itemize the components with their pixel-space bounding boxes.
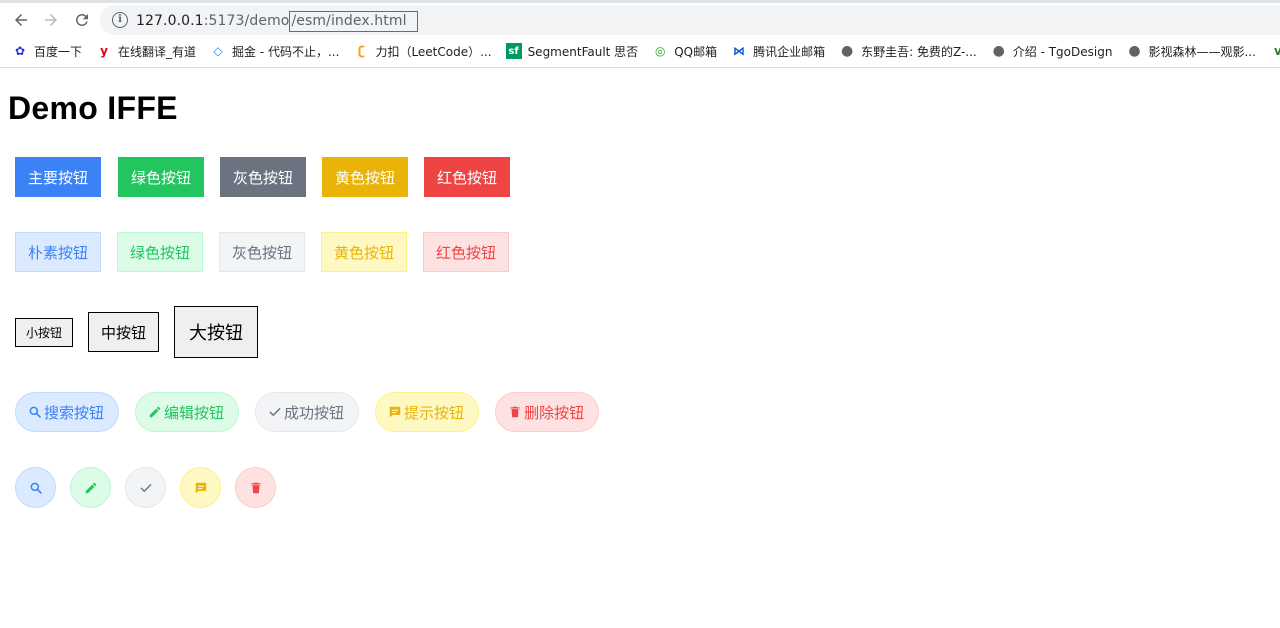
bookmarks-bar: ✿ 百度一下 y 在线翻译_有道 ◇ 掘金 - 代码不止，... ʗ 力扣（LeetCode）… xyxy=(0,38,1280,64)
message-icon xyxy=(194,481,208,495)
message-icon xyxy=(388,405,402,419)
button-label: 成功按钮 xyxy=(284,403,345,422)
search-round-button[interactable]: 搜索按钮 xyxy=(15,392,120,432)
solid-button[interactable]: 主要按钮 xyxy=(15,157,101,197)
leetcode-icon: ʗ xyxy=(358,44,365,58)
plain-button[interactable]: 黄色按钮 xyxy=(321,232,407,272)
solid-button[interactable]: 红色按钮 xyxy=(424,157,510,197)
check-icon xyxy=(139,481,153,495)
globe-icon: ● xyxy=(841,43,854,59)
arrow-left-icon xyxy=(15,14,27,26)
bookmark-item[interactable]: ʗ 力扣（LeetCode）... xyxy=(353,43,492,60)
back-button[interactable] xyxy=(9,8,33,32)
small-button[interactable]: 小按钮 xyxy=(15,317,73,347)
juejin-icon: ◇ xyxy=(213,44,223,58)
solid-button-row: 主要按钮 绿色按钮 灰色按钮 黄色按钮 红色按钮 xyxy=(15,157,526,197)
arrow-right-icon xyxy=(45,14,57,26)
plain-button[interactable]: 红色按钮 xyxy=(423,232,509,272)
globe-icon: ● xyxy=(992,43,1005,59)
youdao-icon: y xyxy=(100,44,108,58)
segmentfault-icon: sf xyxy=(505,43,522,59)
bookmark-item[interactable]: y 在线翻译_有道 xyxy=(96,43,196,60)
bookmark-label: 介绍 - TgoDesign xyxy=(1012,44,1113,59)
trash-icon xyxy=(508,405,522,419)
baidu-paw-icon: ✿ xyxy=(14,44,26,58)
message-circle-button[interactable] xyxy=(180,467,221,508)
plain-button[interactable]: 朴素按钮 xyxy=(15,232,101,272)
plain-button-row: 朴素按钮 绿色按钮 灰色按钮 黄色按钮 红色按钮 xyxy=(15,232,525,272)
reload-icon xyxy=(75,13,88,26)
forward-button[interactable] xyxy=(39,8,63,32)
bookmark-label: 百度一下 xyxy=(34,44,83,59)
button-label: 编辑按钮 xyxy=(164,403,225,422)
medium-button[interactable]: 中按钮 xyxy=(88,312,159,352)
button-label: 搜索按钮 xyxy=(44,403,105,422)
url-port-path: :5173/demo xyxy=(203,13,290,29)
browser-chrome: i 127.0.0.1:5173/demo/esm/index.html ✿ 百度… xyxy=(0,0,1280,68)
reload-button[interactable] xyxy=(70,8,94,32)
bookmark-item[interactable]: ● 介绍 - TgoDesign xyxy=(991,43,1113,60)
plain-button[interactable]: 绿色按钮 xyxy=(117,232,203,272)
bookmark-label: QQ邮箱 xyxy=(674,44,718,59)
url-host: 127.0.0.1 xyxy=(136,13,204,29)
bookmark-label: 在线翻译_有道 xyxy=(118,44,197,59)
address-bar[interactable]: i 127.0.0.1:5173/demo/esm/index.html xyxy=(100,5,1280,35)
url-path-highlighted: /esm/index.html xyxy=(289,11,418,32)
globe-icon: ● xyxy=(1128,43,1141,59)
check-round-button[interactable]: 成功按钮 xyxy=(255,392,360,432)
pencil-circle-button[interactable] xyxy=(70,467,111,508)
large-button[interactable]: 大按钮 xyxy=(174,306,258,358)
bookmark-label: 掘金 - 代码不止，... xyxy=(232,44,340,59)
bookmark-label: 力扣（LeetCode）... xyxy=(375,44,492,59)
button-label: 提示按钮 xyxy=(404,403,465,422)
tab-strip-edge xyxy=(0,0,1280,3)
bookmark-item[interactable]: ◇ 掘金 - 代码不止，... xyxy=(210,43,339,60)
bookmark-item[interactable]: ✿ 百度一下 xyxy=(12,43,82,60)
bookmark-label: 腾讯企业邮箱 xyxy=(753,44,826,59)
trash-icon xyxy=(249,481,263,495)
search-circle-button[interactable] xyxy=(15,467,56,508)
bookmark-item[interactable]: ⋈ 腾讯企业邮箱 xyxy=(731,43,825,60)
bookmark-item[interactable]: v天工 xyxy=(1270,43,1280,60)
size-button-row: 小按钮 中按钮 大按钮 xyxy=(15,306,273,358)
search-icon xyxy=(29,481,43,495)
check-icon xyxy=(268,405,282,419)
bookmark-label: 影视森林——观影... xyxy=(1148,44,1256,59)
plain-button[interactable]: 灰色按钮 xyxy=(219,232,305,272)
circle-button-row xyxy=(15,467,290,508)
exmail-icon: ⋈ xyxy=(733,44,746,58)
tiangong-icon: v xyxy=(1273,44,1280,58)
pencil-round-button[interactable]: 编辑按钮 xyxy=(135,392,240,432)
check-circle-button[interactable] xyxy=(125,467,166,508)
trash-round-button[interactable]: 删除按钮 xyxy=(495,392,600,432)
bookmark-item[interactable]: ● 东野圭吾: 免费的Z-... xyxy=(839,43,977,60)
message-round-button[interactable]: 提示按钮 xyxy=(375,392,480,432)
trash-circle-button[interactable] xyxy=(235,467,276,508)
bookmark-item[interactable]: sf SegmentFault 思否 xyxy=(505,43,639,60)
solid-button[interactable]: 黄色按钮 xyxy=(322,157,408,197)
pencil-icon xyxy=(148,405,162,419)
bookmark-item[interactable]: ● 影视森林——观影... xyxy=(1126,43,1256,60)
page-title: Demo IFFE xyxy=(8,90,178,126)
solid-button[interactable]: 绿色按钮 xyxy=(118,157,204,197)
pencil-icon xyxy=(84,481,98,495)
site-info-icon[interactable]: i xyxy=(112,12,128,28)
qqmail-icon: ◎ xyxy=(654,44,666,58)
button-label: 删除按钮 xyxy=(524,403,585,422)
bookmark-label: 东野圭吾: 免费的Z-... xyxy=(861,44,977,59)
url-text[interactable]: 127.0.0.1:5173/demo/esm/index.html xyxy=(136,11,418,32)
search-icon xyxy=(28,405,42,419)
icon-button-row: 搜索按钮 编辑按钮 成功按钮 提示按钮 删除按钮 xyxy=(15,392,615,432)
bookmark-item[interactable]: ◎ QQ邮箱 xyxy=(652,43,717,60)
bookmark-label: SegmentFault 思否 xyxy=(527,44,639,59)
solid-button[interactable]: 灰色按钮 xyxy=(220,157,306,197)
